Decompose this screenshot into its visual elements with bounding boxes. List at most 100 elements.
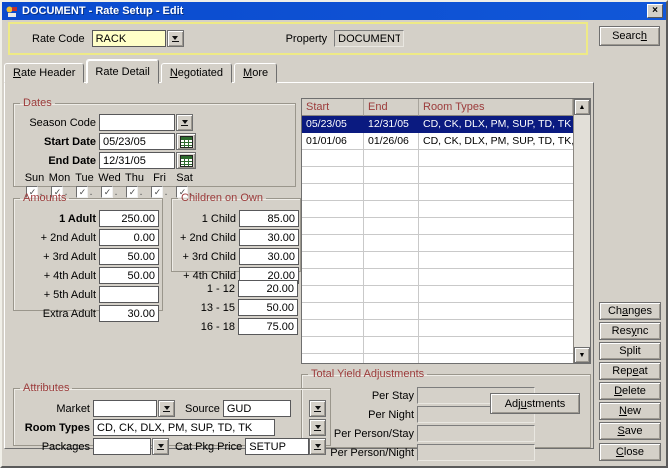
rate-detail-panel: Dates Season Code Start Date End Da <box>4 82 594 449</box>
column-header-start: Start <box>302 99 364 116</box>
day-label: Thu <box>125 172 144 184</box>
attributes-group: Attributes Market Source Room Types Pack… <box>13 382 331 446</box>
amounts-legend: Amounts <box>20 192 69 204</box>
save-button[interactable]: Save <box>599 422 661 440</box>
table-row[interactable]: 05/23/05 12/31/05 CD, CK, DLX, PM, SUP, … <box>302 116 573 133</box>
child-3-input[interactable] <box>239 248 299 265</box>
children-legend: Children on Own <box>178 192 266 204</box>
title-bar: DOCUMENT - Rate Setup - Edit × <box>2 2 666 20</box>
dates-group: Dates Season Code Start Date End Da <box>13 97 296 187</box>
rate-code-label: Rate Code <box>32 33 85 45</box>
split-button[interactable]: Split <box>599 342 661 360</box>
packages-lov-button[interactable] <box>152 438 169 455</box>
tab-negotiated[interactable]: Negotiated <box>161 63 232 83</box>
age-16-18-input[interactable] <box>238 318 298 335</box>
end-date-input[interactable] <box>99 152 175 169</box>
dropdown-arrow-icon <box>182 120 188 124</box>
resync-button[interactable]: Resync <box>599 322 661 340</box>
adult-5-input[interactable] <box>99 286 159 303</box>
child-1-label: 1 Child <box>174 213 236 225</box>
dropdown-arrow-icon <box>158 444 164 448</box>
table-header: Start End Room Types <box>302 99 573 116</box>
query-box: Rate Code Property <box>8 22 588 55</box>
changes-button[interactable]: Changes <box>599 302 661 320</box>
age-16-18-label: 16 - 18 <box>173 321 235 333</box>
market-input[interactable] <box>93 400 157 417</box>
start-date-input[interactable] <box>99 133 175 150</box>
column-header-room-types: Room Types <box>419 99 573 116</box>
day-label: Wed <box>98 172 120 184</box>
day-label: Sun <box>25 172 45 184</box>
adjustments-button[interactable]: Adjustments <box>490 393 580 414</box>
market-label: Market <box>16 403 90 415</box>
scroll-up-icon[interactable]: ▲ <box>574 99 590 115</box>
tab-rate-header[interactable]: Rate Header <box>4 63 84 83</box>
season-code-input[interactable] <box>99 114 175 131</box>
table-scrollbar[interactable]: ▲ ▼ <box>573 99 590 363</box>
rate-detail-table: Start End Room Types 05/23/05 12/31/05 C… <box>301 98 591 364</box>
children-group: Children on Own 1 Child + 2nd Child + 3r… <box>171 192 301 272</box>
tab-strip: Rate Header Rate Detail Negotiated More <box>4 57 279 82</box>
adult-3-label: + 3rd Adult <box>16 251 96 263</box>
cat-pkg-price-lov-button[interactable] <box>309 438 326 455</box>
dropdown-arrow-icon <box>172 36 178 40</box>
window-title: DOCUMENT - Rate Setup - Edit <box>22 5 183 17</box>
extra-adult-input[interactable] <box>99 305 159 322</box>
calendar-icon <box>180 136 193 148</box>
child-1-input[interactable] <box>239 210 299 227</box>
age-1-12-input[interactable] <box>238 280 298 297</box>
close-button[interactable]: Close <box>599 443 661 461</box>
adult-2-label: + 2nd Adult <box>16 232 96 244</box>
end-date-label: End Date <box>16 155 96 167</box>
packages-input[interactable] <box>93 438 151 455</box>
yield-group: Total Yield Adjustments Per Stay Per Nig… <box>301 368 591 448</box>
start-date-label: Start Date <box>16 136 96 148</box>
source-input[interactable] <box>223 400 291 417</box>
adult-3-input[interactable] <box>99 248 159 265</box>
calendar-icon <box>180 155 193 167</box>
season-code-lov-button[interactable] <box>176 114 193 131</box>
age-13-15-input[interactable] <box>238 299 298 316</box>
rate-code-lov-button[interactable] <box>167 30 184 47</box>
child-2-input[interactable] <box>239 229 299 246</box>
adult-2-input[interactable] <box>99 229 159 246</box>
day-label: Fri <box>153 172 166 184</box>
dropdown-arrow-icon <box>315 444 321 448</box>
adult-4-label: + 4th Adult <box>16 270 96 282</box>
dates-legend: Dates <box>20 97 55 109</box>
day-label: Mon <box>49 172 70 184</box>
source-lov-button[interactable] <box>309 400 326 417</box>
table-row[interactable]: 01/01/06 01/26/06 CD, CK, DLX, PM, SUP, … <box>302 133 573 150</box>
property-field <box>334 30 404 47</box>
column-header-end: End <box>364 99 419 116</box>
property-label: Property <box>286 33 328 45</box>
market-lov-button[interactable] <box>158 400 175 417</box>
adult-1-input[interactable] <box>99 210 159 227</box>
rate-setup-window: DOCUMENT - Rate Setup - Edit × Rate Code… <box>0 0 668 468</box>
season-code-label: Season Code <box>16 117 96 129</box>
child-age-rates-group: 1 - 12 13 - 15 16 - 18 <box>171 280 301 337</box>
delete-button[interactable]: Delete <box>599 382 661 400</box>
end-date-calendar-button[interactable] <box>176 152 196 169</box>
room-types-label: Room Types <box>16 422 90 434</box>
close-icon[interactable]: × <box>647 4 663 18</box>
adult-4-input[interactable] <box>99 267 159 284</box>
tab-rate-detail[interactable]: Rate Detail <box>86 59 158 84</box>
cat-pkg-price-input[interactable] <box>245 438 309 455</box>
age-13-15-label: 13 - 15 <box>173 302 235 314</box>
dropdown-arrow-icon <box>315 406 321 410</box>
search-button[interactable]: Search <box>599 26 660 46</box>
repeat-button[interactable]: Repeat <box>599 362 661 380</box>
scroll-down-icon[interactable]: ▼ <box>574 347 590 363</box>
rate-code-input[interactable] <box>92 30 166 47</box>
new-button[interactable]: New <box>599 402 661 420</box>
start-date-calendar-button[interactable] <box>176 133 196 150</box>
room-types-input[interactable] <box>93 419 275 436</box>
adult-5-label: + 5th Adult <box>16 289 96 301</box>
room-types-lov-button[interactable] <box>309 419 326 436</box>
cat-pkg-price-label: Cat Pkg Price <box>175 441 242 453</box>
day-label: Sat <box>176 172 193 184</box>
dropdown-arrow-icon <box>315 425 321 429</box>
tab-more[interactable]: More <box>234 63 277 83</box>
adult-1-label: 1 Adult <box>16 213 96 225</box>
